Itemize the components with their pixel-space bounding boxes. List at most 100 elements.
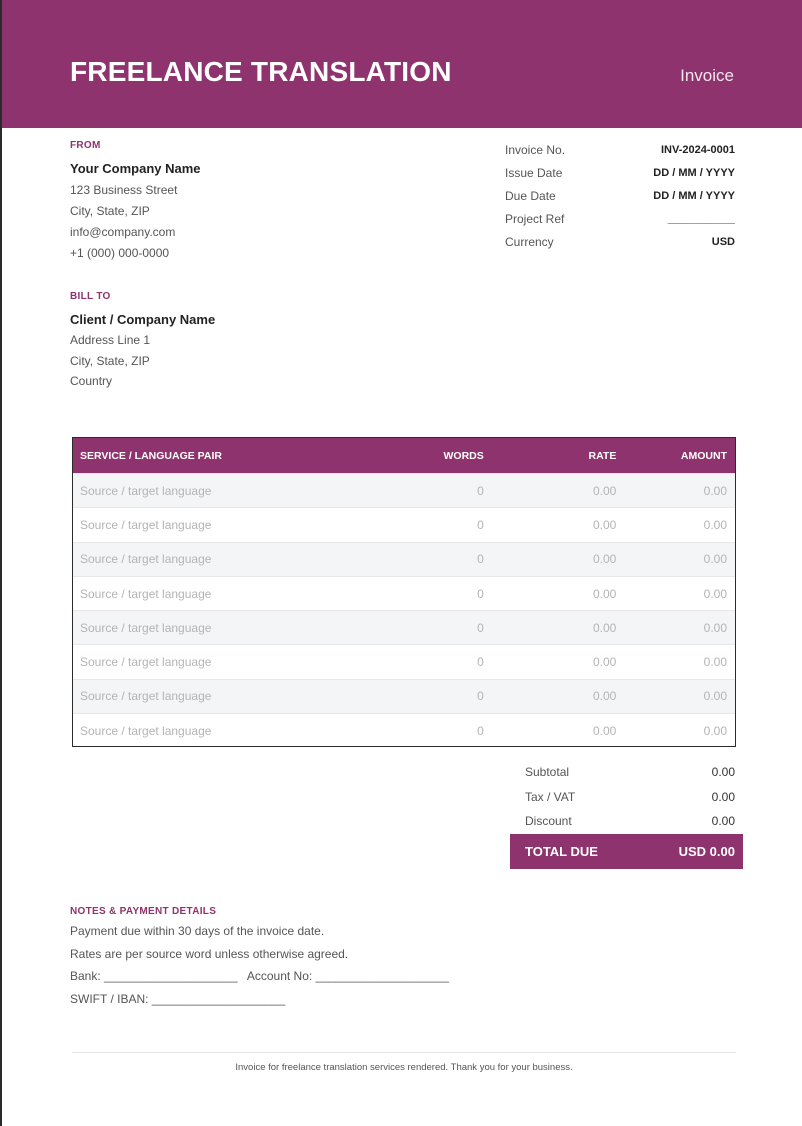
subtotal-label: Subtotal [525,765,570,780]
cell-words: 0 [477,689,484,704]
meta-key: Due Date [505,188,556,203]
client-address: Address Line 1 [70,333,151,347]
bill-to-section: BILL TO Client / Company Name Address Li… [70,291,370,395]
table-row: Source / target language 0 0.00 0.00 [73,610,735,645]
cell-service: Source / target language [80,517,212,532]
from-phone: +1 (000) 000-0000 [70,246,170,260]
from-street: 123 Business Street [70,183,178,197]
column-header-amount: AMOUNT [680,449,727,462]
table-header: SERVICE / LANGUAGE PAIR WORDS RATE AMOUN… [73,438,735,473]
meta-key: Project Ref [505,211,565,226]
meta-key: Issue Date [505,165,563,180]
from-city: City, State, ZIP [70,204,150,218]
cell-words: 0 [477,483,484,498]
from-email: info@company.com [70,225,176,239]
document-title: FREELANCE TRANSLATION [70,56,452,87]
totals-section: Subtotal 0.00 Tax / VAT 0.00 Discount 0.… [510,760,743,869]
meta-value: INV-2024-0001 [661,143,735,156]
cell-words: 0 [477,723,484,738]
table-row: Source / target language 0 0.00 0.00 [73,575,735,610]
notes-line-bank: Bank: ____________________ Account No: _… [70,969,450,983]
invoice-header: FREELANCE TRANSLATION Invoice [2,0,802,128]
meta-value: ___________ [667,212,735,225]
column-header-rate: RATE [588,449,617,462]
meta-value: DD / MM / YYYY [653,189,735,202]
from-section: FROM Your Company Name 123 Business Stre… [70,140,370,267]
cell-amount: 0.00 [703,689,727,704]
subtotal-row: Subtotal 0.00 [510,760,743,785]
cell-rate: 0.00 [592,723,617,738]
cell-rate: 0.00 [592,552,617,567]
from-label: FROM [70,140,101,151]
cell-service: Source / target language [80,552,212,567]
client-name: Client / Company Name [70,312,216,327]
total-due-label: TOTAL DUE [525,843,598,859]
meta-key: Invoice No. [505,142,566,157]
invoice-meta: Invoice No. INV-2024-0001 Issue Date DD … [505,138,735,253]
cell-amount: 0.00 [703,552,727,567]
meta-row-due-date: Due Date DD / MM / YYYY [505,184,735,207]
cell-rate: 0.00 [592,483,617,498]
cell-service: Source / target language [80,655,212,670]
table-row: Source / target language 0 0.00 0.00 [73,473,735,508]
cell-service: Source / target language [80,689,212,704]
footer-divider [72,1052,736,1053]
tax-label: Tax / VAT [525,789,576,804]
invoice-page: FREELANCE TRANSLATION Invoice FROM Your … [0,0,802,1126]
cell-service: Source / target language [80,620,212,635]
notes-line-swift: SWIFT / IBAN: ____________________ [70,991,286,1006]
cell-amount: 0.00 [703,655,727,670]
cell-rate: 0.00 [592,586,617,601]
document-type-label: Invoice [680,66,734,85]
cell-rate: 0.00 [592,517,617,532]
cell-amount: 0.00 [703,586,727,601]
meta-value: DD / MM / YYYY [653,166,735,179]
subtotal-value: 0.00 [711,765,735,780]
total-due-value: USD 0.00 [678,843,735,859]
column-header-words: WORDS [443,449,484,462]
notes-section: NOTES & PAYMENT DETAILS Payment due with… [70,906,670,1013]
line-items-table: SERVICE / LANGUAGE PAIR WORDS RATE AMOUN… [72,437,736,747]
cell-words: 0 [477,655,484,670]
meta-key: Currency [505,234,554,249]
client-country: Country [70,374,113,388]
tax-row: Tax / VAT 0.00 [510,785,743,810]
column-header-service: SERVICE / LANGUAGE PAIR [80,449,222,462]
bill-to-label: BILL TO [70,291,111,302]
total-due-bar: TOTAL DUE USD 0.00 [510,833,743,869]
cell-rate: 0.00 [592,620,617,635]
footer-text: Invoice for freelance translation servic… [235,1062,573,1073]
notes-line-payment-terms: Payment due within 30 days of the invoic… [70,924,325,938]
from-company-name: Your Company Name [70,161,201,176]
meta-row-currency: Currency USD [505,230,735,253]
cell-rate: 0.00 [592,689,617,704]
notes-line-rates: Rates are per source word unless otherwi… [70,946,349,961]
cell-words: 0 [477,586,484,601]
cell-service: Source / target language [80,586,212,601]
cell-amount: 0.00 [703,723,727,738]
table-row: Source / target language 0 0.00 0.00 [73,644,735,678]
cell-words: 0 [477,552,484,567]
table-row: Source / target language 0 0.00 0.00 [73,507,735,541]
discount-row: Discount 0.00 [510,809,743,834]
table-row: Source / target language 0 0.00 0.00 [73,541,735,576]
meta-row-issue-date: Issue Date DD / MM / YYYY [505,161,735,184]
table-row: Source / target language 0 0.00 0.00 [73,713,735,747]
cell-amount: 0.00 [703,620,727,635]
cell-service: Source / target language [80,483,212,498]
discount-label: Discount [525,814,572,829]
notes-label: NOTES & PAYMENT DETAILS [70,906,217,917]
cell-service: Source / target language [80,723,212,738]
meta-value: USD [711,235,735,248]
cell-rate: 0.00 [592,655,617,670]
cell-words: 0 [477,620,484,635]
cell-amount: 0.00 [703,517,727,532]
meta-row-invoice-no: Invoice No. INV-2024-0001 [505,138,735,161]
meta-row-project-ref: Project Ref ___________ [505,207,735,230]
cell-words: 0 [477,517,484,532]
client-city: City, State, ZIP [70,353,150,368]
table-row: Source / target language 0 0.00 0.00 [73,678,735,714]
tax-value: 0.00 [711,789,735,804]
cell-amount: 0.00 [703,483,727,498]
discount-value: 0.00 [711,814,735,829]
